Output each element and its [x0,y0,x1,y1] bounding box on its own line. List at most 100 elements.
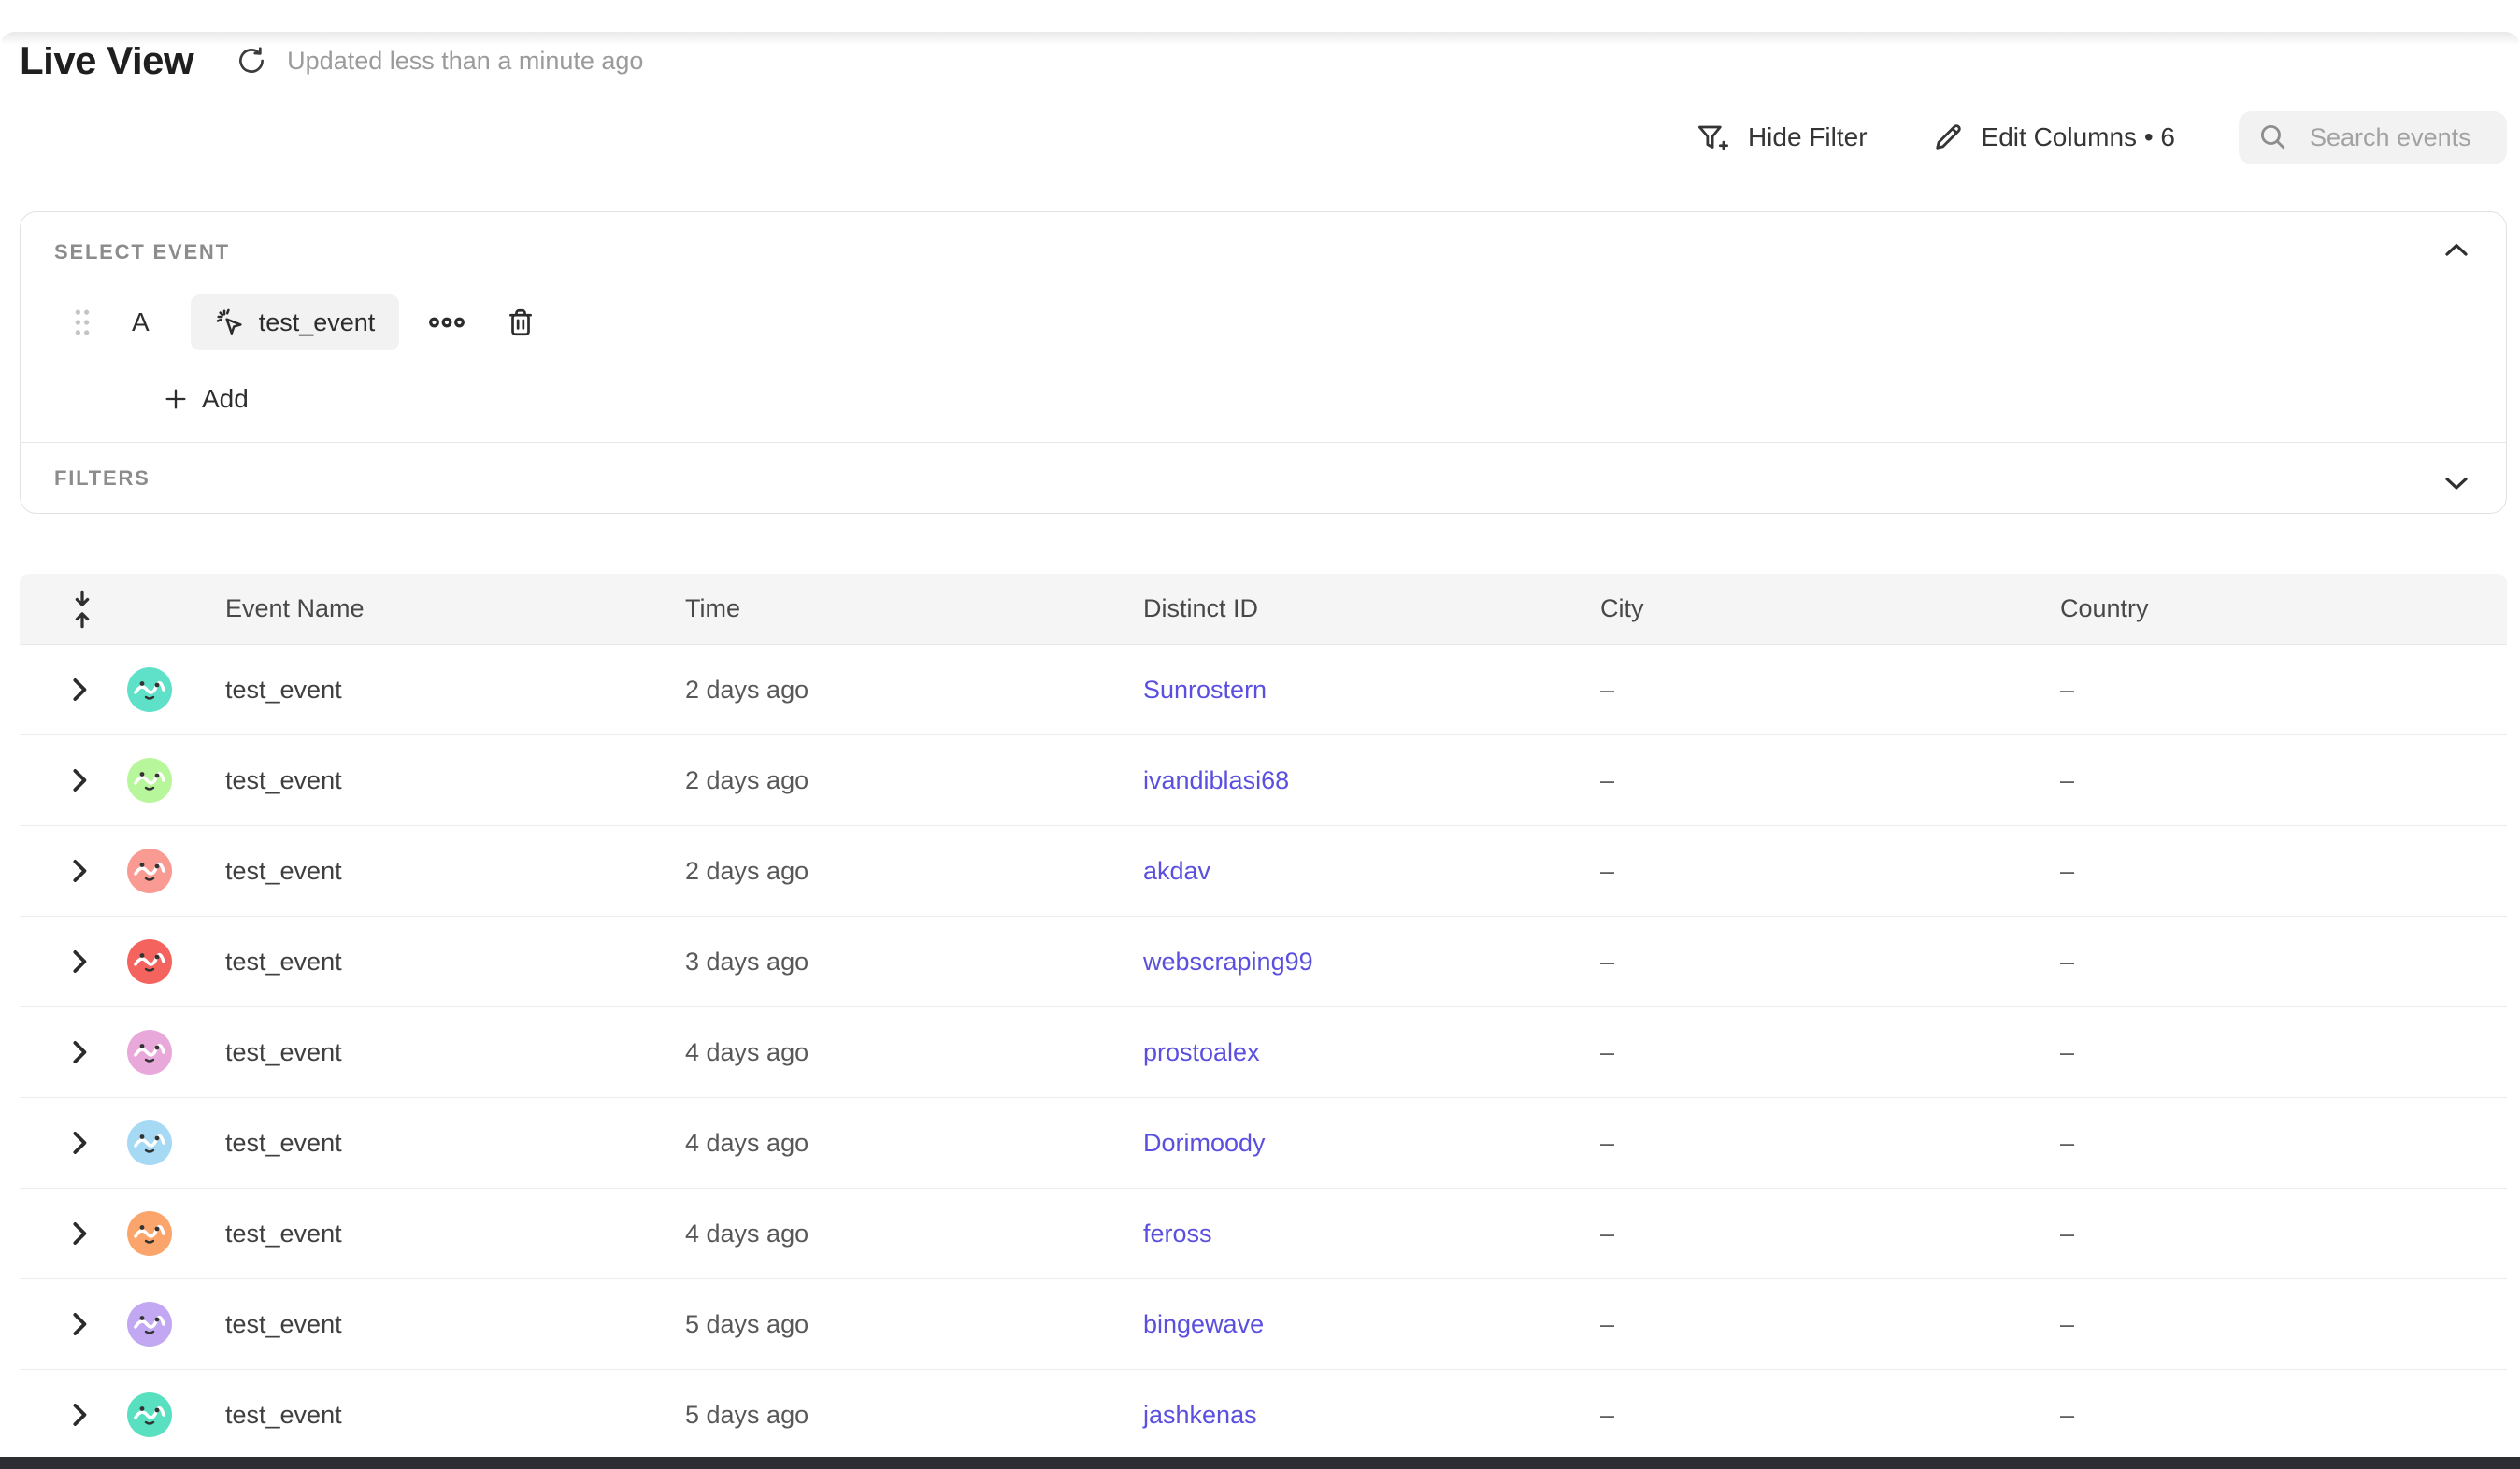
user-avatar [127,1302,172,1347]
event-name-cell: test_event [187,1219,685,1248]
search-icon [2257,121,2289,153]
search-events-input[interactable] [2308,122,2485,153]
distinct-id-link[interactable]: prostoalex [1143,1038,1260,1066]
user-avatar [127,1030,172,1075]
country-cell: – [2060,948,2507,977]
table-row: test_event 5 days ago bingewave – – [20,1279,2507,1370]
country-cell: – [2060,1129,2507,1158]
chevron-right-icon[interactable] [70,858,89,884]
event-name-cell: test_event [187,948,685,977]
edit-columns-label: Edit Columns • 6 [1982,122,2175,152]
filters-label: FILTERS [54,466,150,491]
distinct-id-link[interactable]: Dorimoody [1143,1129,1266,1157]
distinct-id-link[interactable]: webscraping99 [1143,948,1313,976]
cursor-click-icon [215,307,245,337]
column-header-distinct-id: Distinct ID [1143,594,1600,623]
distinct-id-link[interactable]: jashkenas [1143,1401,1257,1429]
table-row: test_event 4 days ago Dorimoody – – [20,1098,2507,1189]
time-cell: 4 days ago [685,1129,1143,1158]
chevron-right-icon[interactable] [70,1220,89,1247]
time-cell: 2 days ago [685,676,1143,705]
drag-handle-icon[interactable] [72,307,93,338]
chevron-right-icon[interactable] [70,1402,89,1428]
distinct-id-link[interactable]: akdav [1143,857,1210,885]
filters-section[interactable]: FILTERS [21,442,2506,513]
time-cell: 4 days ago [685,1219,1143,1248]
table-row: test_event 4 days ago feross – – [20,1189,2507,1279]
city-cell: – [1600,766,2060,795]
dots-menu-icon[interactable] [427,311,466,334]
column-header-city: City [1600,594,2060,623]
event-name-cell: test_event [187,1401,685,1430]
country-cell: – [2060,766,2507,795]
select-event-section: SELECT EVENT A test_event [21,212,2506,442]
distinct-id-link[interactable]: ivandiblasi68 [1143,766,1289,794]
country-cell: – [2060,1219,2507,1248]
hide-filter-button[interactable]: Hide Filter [1696,121,1868,154]
city-cell: – [1600,1129,2060,1158]
chevron-right-icon[interactable] [70,1311,89,1337]
toolbar: Hide Filter Edit Columns • 6 [20,110,2507,164]
event-name-cell: test_event [187,1038,685,1067]
plus-icon [163,386,189,412]
event-name-cell: test_event [187,1310,685,1339]
city-cell: – [1600,1310,2060,1339]
chevron-down-icon[interactable] [2442,474,2470,492]
event-row: A test_event [54,294,2472,350]
distinct-id-link[interactable]: bingewave [1143,1310,1264,1338]
bottom-window-edge [0,1457,2520,1469]
user-avatar [127,849,172,893]
country-cell: – [2060,1310,2507,1339]
chevron-right-icon[interactable] [70,1130,89,1156]
city-cell: – [1600,676,2060,705]
event-chip-label: test_event [259,308,376,337]
user-avatar [127,667,172,712]
country-cell: – [2060,857,2507,886]
chevron-right-icon[interactable] [70,1039,89,1065]
city-cell: – [1600,1219,2060,1248]
city-cell: – [1600,948,2060,977]
event-name-cell: test_event [187,1129,685,1158]
page-title: Live View [20,38,193,83]
hide-filter-label: Hide Filter [1748,122,1868,152]
filter-plus-icon [1696,121,1731,154]
collapse-rows-button[interactable] [20,590,112,629]
table-row: test_event 2 days ago Sunrostern – – [20,645,2507,735]
search-events-box[interactable] [2239,111,2507,164]
distinct-id-link[interactable]: feross [1143,1219,1212,1248]
table-body: test_event 2 days ago Sunrostern – – [20,645,2507,1461]
trash-icon[interactable] [506,307,536,338]
event-name-cell: test_event [187,857,685,886]
edit-columns-button[interactable]: Edit Columns • 6 [1931,121,2175,154]
table-row: test_event 2 days ago akdav – – [20,826,2507,917]
table-row: test_event 2 days ago ivandiblasi68 – – [20,735,2507,826]
user-avatar [127,758,172,803]
chevron-up-icon[interactable] [2442,240,2470,259]
distinct-id-link[interactable]: Sunrostern [1143,676,1267,704]
column-header-event-name: Event Name [187,594,685,623]
time-cell: 3 days ago [685,948,1143,977]
chevron-right-icon[interactable] [70,948,89,975]
time-cell: 5 days ago [685,1310,1143,1339]
user-avatar [127,1392,172,1437]
city-cell: – [1600,1401,2060,1430]
event-name-cell: test_event [187,676,685,705]
collapse-rows-icon [70,590,94,629]
chevron-right-icon[interactable] [70,677,89,703]
city-cell: – [1600,857,2060,886]
user-avatar [127,1211,172,1256]
user-avatar [127,939,172,984]
event-letter: A [132,307,150,337]
table-row: test_event 4 days ago prostoalex – – [20,1007,2507,1098]
events-table: Event Name Time Distinct ID City Country [20,574,2507,1461]
table-row: test_event 3 days ago webscraping99 – – [20,917,2507,1007]
time-cell: 2 days ago [685,766,1143,795]
refresh-button[interactable] [235,44,268,78]
column-header-time: Time [685,594,1143,623]
time-cell: 5 days ago [685,1401,1143,1430]
chevron-right-icon[interactable] [70,767,89,793]
add-event-button[interactable]: Add [163,384,249,414]
add-label: Add [202,384,249,414]
event-chip[interactable]: test_event [191,294,400,350]
country-cell: – [2060,1401,2507,1430]
